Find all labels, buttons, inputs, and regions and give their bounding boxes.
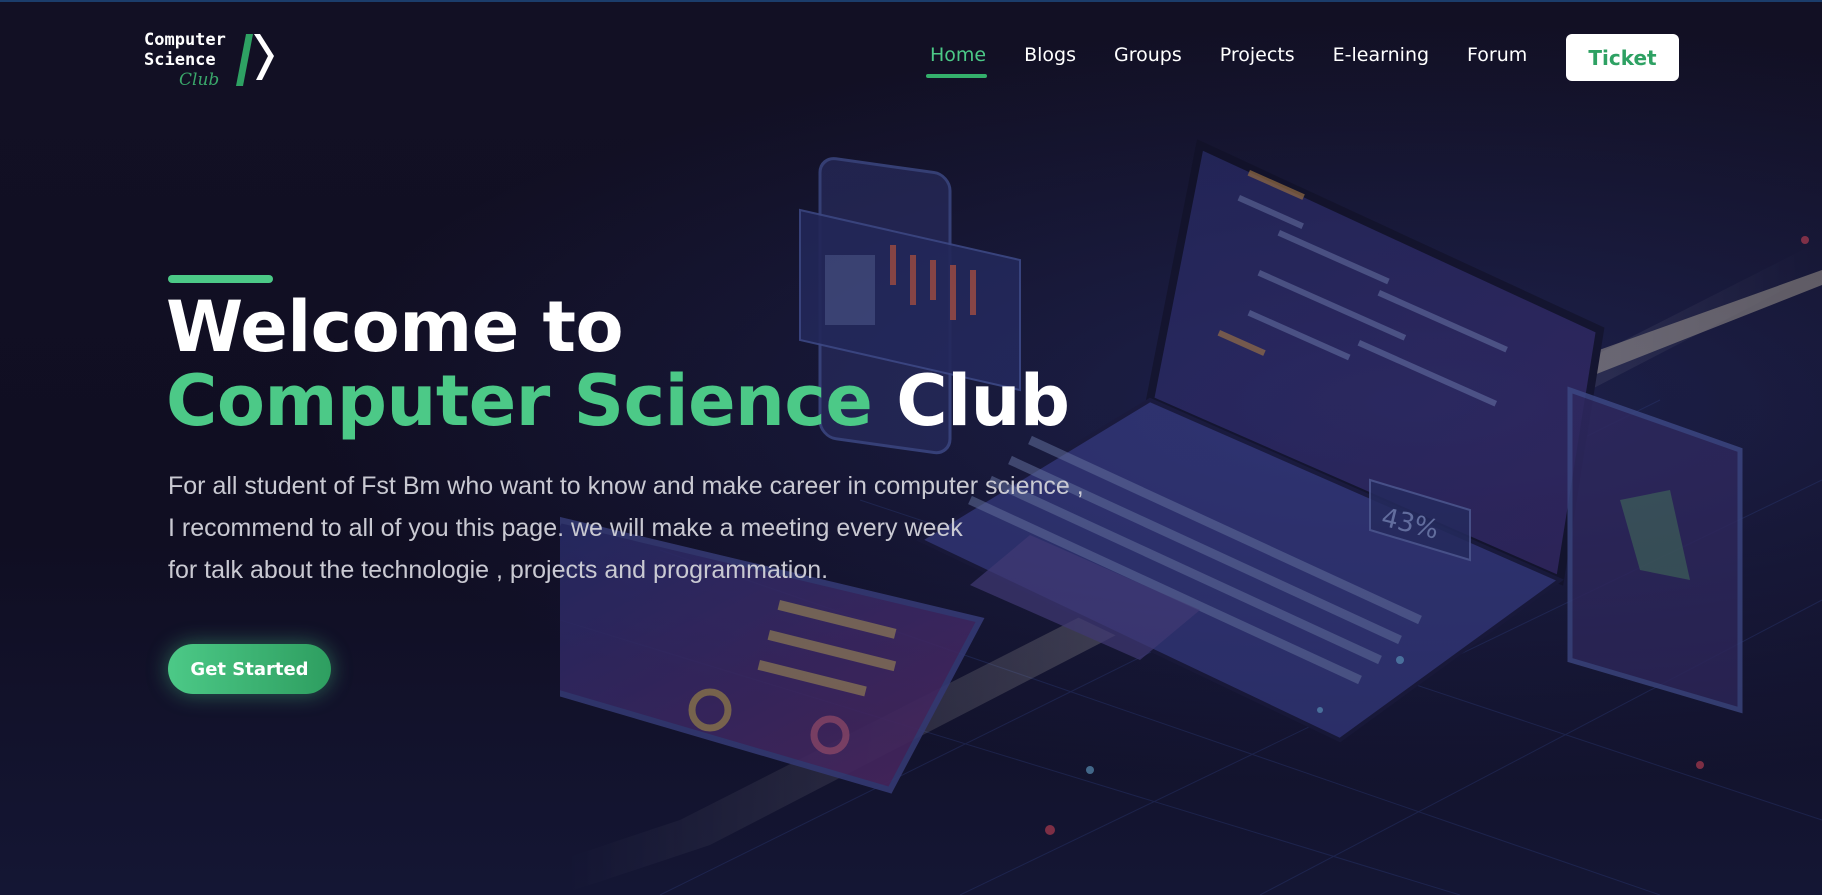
hero-description-line: For all student of Fst Bm who want to kn…: [168, 472, 1084, 500]
logo-line-computer: Computer: [144, 30, 226, 50]
logo-line-science: Science: [144, 50, 216, 70]
hero-title-highlight: Computer Science: [166, 360, 873, 442]
hero-title-line2: Computer Science Club: [166, 364, 1070, 438]
nav-blogs[interactable]: Blogs: [1024, 44, 1076, 66]
landing-page: 43% Computer Science Club Home Blogs Gro…: [0, 0, 1822, 895]
hero-title-line1: Welcome to: [166, 286, 624, 368]
hero-description-line: I recommend to all of you this page. we …: [168, 514, 963, 542]
hero-description: For all student of Fst Bm who want to kn…: [168, 465, 1168, 591]
club-logo[interactable]: Computer Science Club: [144, 30, 274, 90]
nav-home[interactable]: Home: [925, 44, 988, 78]
hero-title: Welcome to Computer Science Club: [166, 290, 1070, 438]
get-started-button[interactable]: Get Started: [168, 644, 331, 694]
hero-description-line: for talk about the technologie , project…: [168, 556, 829, 584]
nav-forum[interactable]: Forum: [1467, 44, 1527, 66]
title-accent-bar: [168, 275, 273, 283]
main-nav: Home Blogs Groups Projects E-learning Fo…: [925, 44, 1565, 78]
nav-e-learning[interactable]: E-learning: [1333, 44, 1429, 66]
hero-title-club: Club: [896, 360, 1070, 442]
logo-chevron-icon: [236, 34, 274, 86]
ticket-button[interactable]: Ticket: [1566, 34, 1679, 81]
logo-wordmark: Computer Science Club: [144, 30, 226, 90]
nav-groups[interactable]: Groups: [1114, 44, 1182, 66]
nav-projects[interactable]: Projects: [1220, 44, 1295, 66]
logo-line-club: Club: [179, 70, 220, 90]
